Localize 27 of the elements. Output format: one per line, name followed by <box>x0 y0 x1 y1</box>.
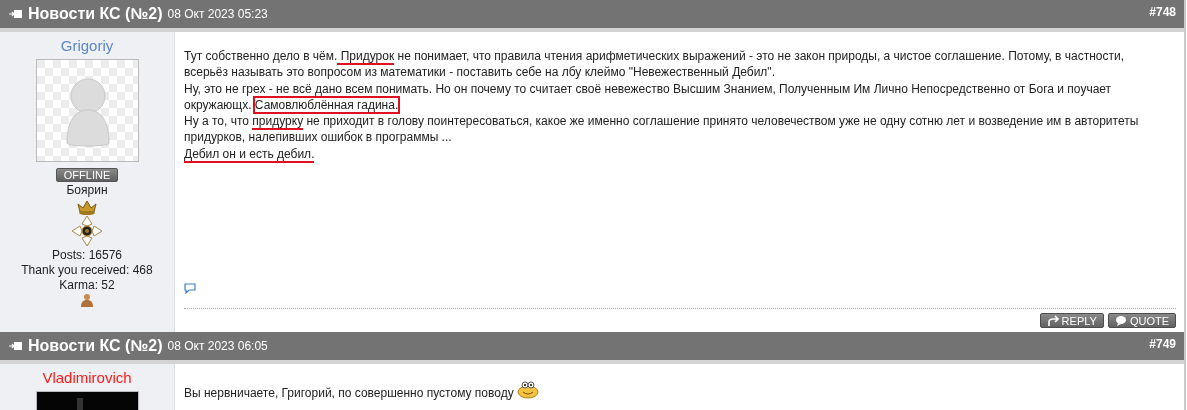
smiley-icon <box>517 380 540 399</box>
user-stat: Karma: 52 <box>59 278 115 293</box>
post-title[interactable]: Новости КС (№2) <box>28 337 163 355</box>
status-badge: OFFLINE <box>55 168 119 182</box>
username[interactable]: Vladimirovich <box>42 369 132 386</box>
comment-icon[interactable] <box>184 283 197 294</box>
user-rank: Боярин <box>66 183 108 198</box>
user-stat: Thank you received: 468 <box>21 263 153 278</box>
speech-bubble-icon <box>1114 314 1127 327</box>
pin-icon[interactable] <box>8 9 22 19</box>
quote-button[interactable]: QUOTE <box>1107 313 1176 328</box>
post-title[interactable]: Новости КС (№2) <box>28 5 163 23</box>
post-text: Вы нервничаете, Григорий, по совершенно пустому поводу <box>184 380 1149 402</box>
post-number[interactable]: #748 <box>1149 5 1176 19</box>
post-text: Ну, это не грех - не всё дано всем понимать. Но он почему то считает своё невежество Высшим Знанием, Полученным Им Лично Непосредственно от Бога и поучает окружающх. Самовлюблённая гадина. <box>184 80 1113 114</box>
post-date: 08 Окт 2023 06:05 <box>167 339 268 353</box>
post-number[interactable]: #749 <box>1149 337 1176 351</box>
post-text: Дебил он и есть дебил. <box>184 145 316 163</box>
figure-icon[interactable] <box>80 293 94 307</box>
post-text: Ну а то, что придурку не приходит в голову поинтересоваться, какое же именно соглашение принято человечеством уже не одну сотню лет и возведение им в авторитеты придурков, налепивших ошибок в программы ... <box>184 113 1140 146</box>
pin-icon[interactable] <box>8 341 22 351</box>
post-date: 08 Окт 2023 05:23 <box>167 7 268 21</box>
reply-button[interactable]: REPLY <box>1039 313 1104 328</box>
post-text: Тут собственно дело в чём. Придурок не понимает, что правила чтения арифметических выражений - это не закон природы, а чистое соглашение. Потому, в частности, всерьёз называть это вопросом из математики - поставить себе на лбу клеймо "Невежественный Дебил". <box>184 48 1126 81</box>
reply-arrow-icon <box>1046 314 1059 327</box>
user-stat: Posts: 16576 <box>51 248 123 263</box>
username[interactable]: Grigoriy <box>60 37 114 54</box>
